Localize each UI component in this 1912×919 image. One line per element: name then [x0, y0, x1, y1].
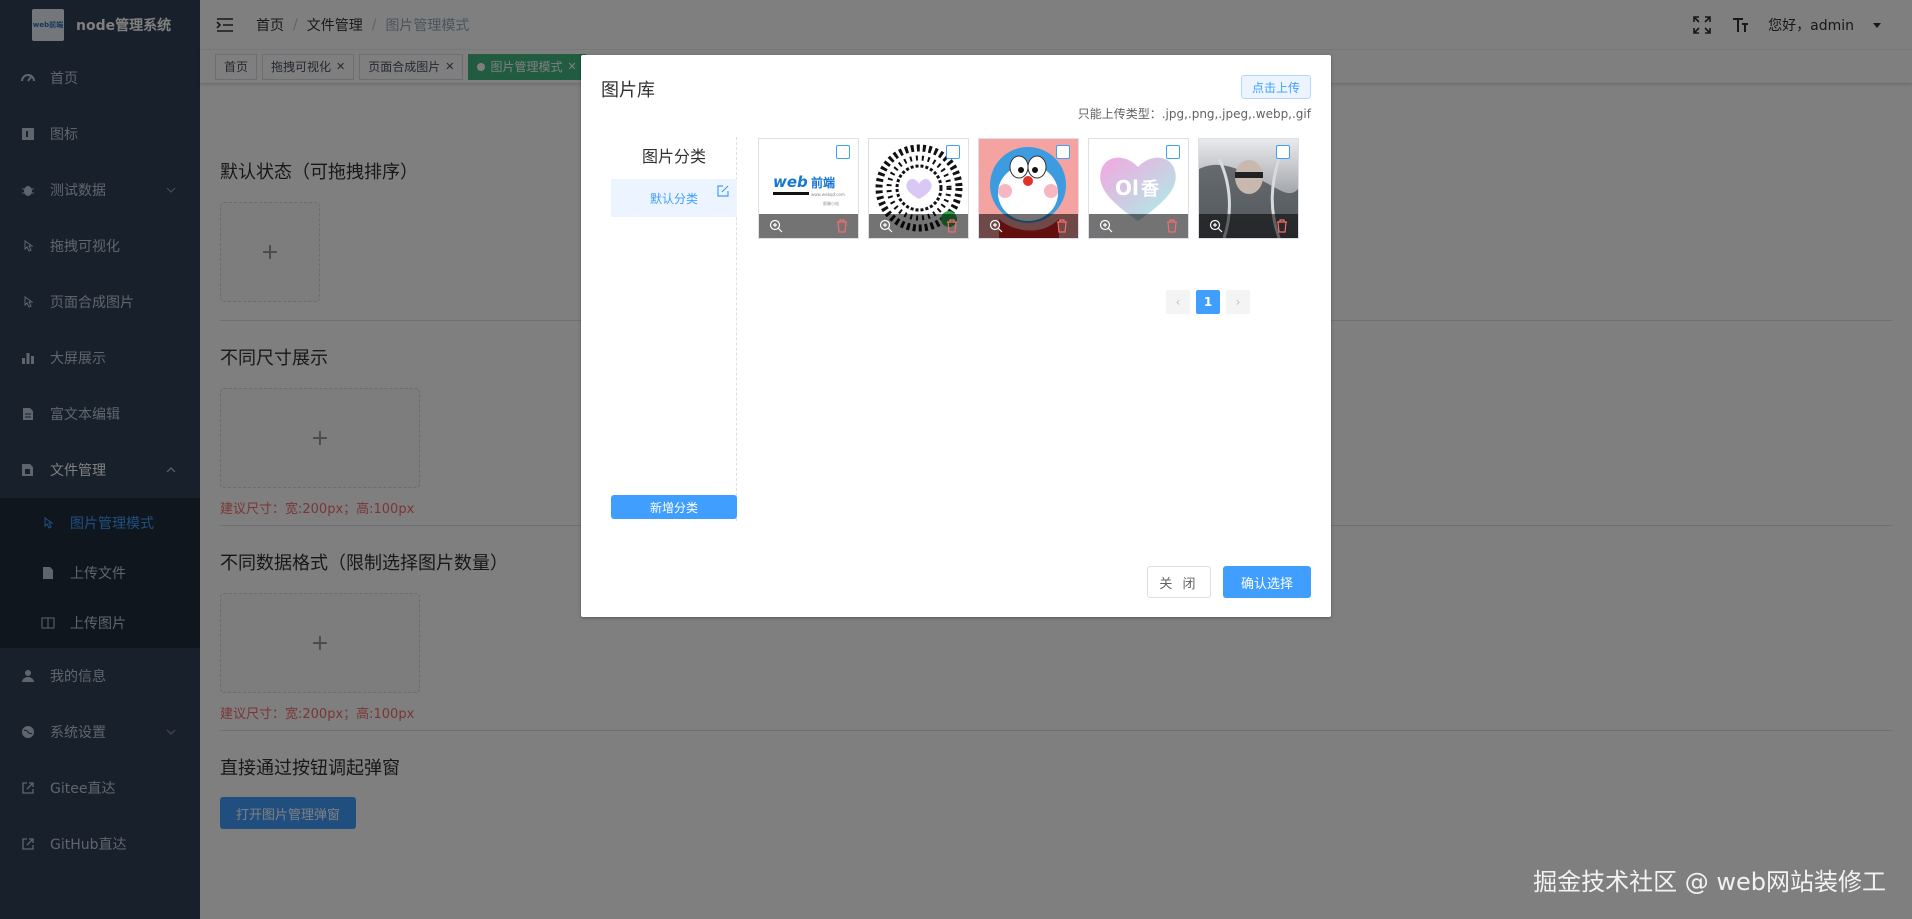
add-category-button[interactable]: 新增分类: [611, 495, 737, 519]
svg-text:香: 香: [1140, 179, 1160, 200]
dialog-title: 图片库: [601, 80, 655, 101]
image-card[interactable]: [868, 138, 969, 239]
image-card[interactable]: [1198, 138, 1299, 239]
category-panel: 图片分类 默认分类 新增分类: [611, 137, 737, 521]
svg-text:前端: 前端: [811, 175, 835, 190]
svg-text:前端小站: 前端小站: [823, 200, 839, 206]
page-number[interactable]: 1: [1196, 290, 1220, 314]
select-checkbox[interactable]: [836, 145, 850, 159]
svg-text:Ol: Ol: [1115, 176, 1139, 200]
confirm-select-button[interactable]: 确认选择: [1223, 566, 1311, 598]
edit-icon[interactable]: [717, 185, 729, 197]
prev-page-button[interactable]: ‹: [1166, 290, 1190, 314]
image-library-dialog: 图片库 点击上传 只能上传类型：.jpg,.png,.jpeg,.webp,.g…: [581, 55, 1331, 617]
select-checkbox[interactable]: [1276, 145, 1290, 159]
zoom-in-icon[interactable]: [769, 219, 783, 233]
image-card[interactable]: [978, 138, 1079, 239]
zoom-in-icon[interactable]: [1099, 219, 1113, 233]
delete-icon[interactable]: [1276, 219, 1288, 233]
category-item-default[interactable]: 默认分类: [611, 179, 737, 217]
delete-icon[interactable]: [1056, 219, 1068, 233]
image-actions-bar: [759, 214, 858, 238]
category-label: 默认分类: [649, 191, 698, 206]
category-title: 图片分类: [641, 147, 706, 166]
svg-text:web: web: [773, 173, 808, 191]
close-button[interactable]: 关 闭: [1147, 566, 1211, 598]
zoom-in-icon[interactable]: [879, 219, 893, 233]
upload-tip: 只能上传类型：.jpg,.png,.jpeg,.webp,.gif: [1077, 107, 1311, 121]
image-card[interactable]: web 前端 www.webqd.com 前端小站: [758, 138, 859, 239]
pagination: ‹ 1 ›: [1166, 290, 1250, 314]
select-checkbox[interactable]: [1166, 145, 1180, 159]
image-grid: web 前端 www.webqd.com 前端小站 Ol 香: [758, 138, 1299, 239]
select-checkbox[interactable]: [1056, 145, 1070, 159]
delete-icon[interactable]: [1166, 219, 1178, 233]
next-page-button[interactable]: ›: [1226, 290, 1250, 314]
image-actions-bar: [869, 214, 968, 238]
upload-button[interactable]: 点击上传: [1240, 75, 1311, 99]
image-actions-bar: [1199, 214, 1298, 238]
select-checkbox[interactable]: [946, 145, 960, 159]
image-card[interactable]: Ol 香: [1088, 138, 1189, 239]
zoom-in-icon[interactable]: [1209, 219, 1223, 233]
watermark: 掘金技术社区 @ web网站装修工: [1533, 868, 1886, 896]
delete-icon[interactable]: [946, 219, 958, 233]
image-actions-bar: [979, 214, 1078, 238]
svg-text:www.webqd.com: www.webqd.com: [811, 192, 845, 197]
image-actions-bar: [1089, 214, 1188, 238]
delete-icon[interactable]: [836, 219, 848, 233]
zoom-in-icon[interactable]: [989, 219, 1003, 233]
